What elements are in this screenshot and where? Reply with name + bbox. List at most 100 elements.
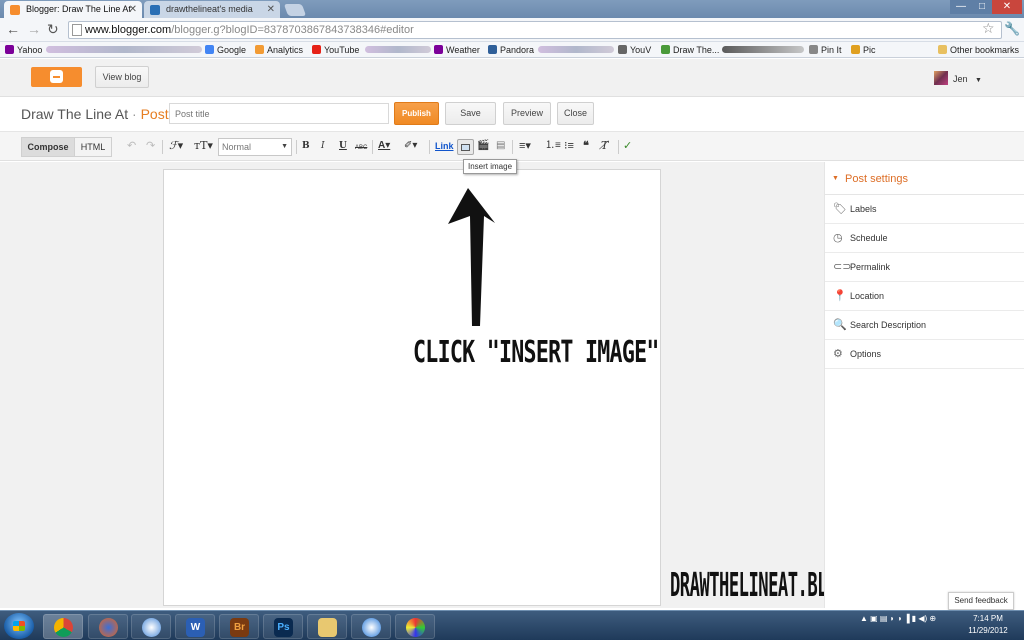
link-button[interactable]: Link xyxy=(435,141,454,151)
collapse-triangle-icon: ▼ xyxy=(832,175,839,182)
page-icon xyxy=(851,45,860,54)
undo-icon[interactable]: ↶ xyxy=(127,139,136,153)
bookmark-draw-the[interactable]: Draw The... xyxy=(661,44,719,56)
bookmark-pandora[interactable]: Pandora xyxy=(488,44,534,56)
sidebar-item-location[interactable]: 📍 Location xyxy=(825,282,1024,311)
bookmark-yahoo[interactable]: Yahoo xyxy=(5,44,42,56)
bookmark-label: YouTube xyxy=(324,45,360,55)
spellcheck-icon[interactable]: ✓ xyxy=(623,139,632,153)
redo-icon[interactable]: ↷ xyxy=(146,139,155,153)
tag-icon: 🏷 xyxy=(833,203,847,215)
align-icon[interactable]: ≡▾ xyxy=(519,139,531,153)
sidebar-item-permalink[interactable]: ⊂⊃ Permalink xyxy=(825,253,1024,282)
user-menu[interactable]: Jen ▼ xyxy=(934,71,982,85)
sidebar-item-options[interactable]: ⚙ Options xyxy=(825,340,1024,369)
tab-html[interactable]: HTML xyxy=(74,137,112,157)
page-icon xyxy=(72,24,82,36)
sidebar-item-schedule[interactable]: ◷ Schedule xyxy=(825,224,1024,253)
taskbar-bridge[interactable]: Br xyxy=(219,614,259,639)
back-arrow-icon[interactable]: ← xyxy=(6,22,20,36)
divider xyxy=(429,140,430,154)
taskbar-media-player[interactable] xyxy=(351,614,391,639)
format-select[interactable]: Normal ▼ xyxy=(218,138,292,156)
bookmark-google[interactable]: Google xyxy=(205,44,246,56)
page-icon xyxy=(661,45,670,54)
bulleted-list-icon[interactable]: ⁝≡ xyxy=(564,139,574,153)
minimize-button[interactable]: — xyxy=(950,0,972,14)
clock-time: 7:14 PM xyxy=(973,614,1003,623)
sidebar-item-label: Permalink xyxy=(850,262,891,272)
browser-tab-strip: Blogger: Draw The Line At ✕ drawthelinea… xyxy=(0,0,1024,18)
insert-image-button[interactable] xyxy=(457,139,474,155)
browser-tab-blogger[interactable]: Blogger: Draw The Line At ✕ xyxy=(4,1,142,18)
bookmark-analytics[interactable]: Analytics xyxy=(255,44,303,56)
font-size-icon[interactable]: ᴛT▾ xyxy=(194,139,213,153)
taskbar-itunes[interactable] xyxy=(131,614,171,639)
insert-video-icon[interactable]: 🎬 xyxy=(477,139,489,153)
blog-name: Draw The Line At xyxy=(21,106,129,122)
preview-button[interactable]: Preview xyxy=(503,102,551,125)
bold-button[interactable]: B xyxy=(302,139,310,153)
sidebar-item-labels[interactable]: 🏷 Labels xyxy=(825,195,1024,224)
taskbar-word[interactable]: W xyxy=(175,614,215,639)
forward-arrow-icon[interactable]: → xyxy=(27,22,41,36)
address-bar[interactable]: www.blogger.com/blogger.g?blogID=8378703… xyxy=(68,21,1002,39)
maximize-button[interactable]: □ xyxy=(972,0,992,14)
new-tab-button[interactable] xyxy=(283,4,307,16)
taskbar-paint[interactable] xyxy=(395,614,435,639)
post-title-input[interactable] xyxy=(169,103,389,124)
view-blog-button[interactable]: View blog xyxy=(95,66,149,88)
bookmark-star-icon[interactable]: ☆ xyxy=(982,20,995,37)
tab-compose[interactable]: Compose xyxy=(21,137,75,157)
system-tray[interactable]: ▲ ▣ ▤ ◗ ◑ ▐ ▮ ◀) ⊕ xyxy=(860,614,936,623)
bookmark-other[interactable]: Other bookmarks xyxy=(938,44,1019,56)
system-clock[interactable]: 7:14 PM 11/29/2012 xyxy=(963,613,1013,637)
remove-formatting-icon[interactable]: T̸ xyxy=(601,139,608,153)
youtube-icon xyxy=(312,45,321,54)
quote-icon[interactable]: ❝ xyxy=(583,139,589,153)
close-tab-icon[interactable]: ✕ xyxy=(129,1,137,18)
editor-toolbar: Compose HTML ↶ ↷ ℱ▾ ᴛT▾ Normal ▼ B I U AB… xyxy=(0,131,1024,161)
publish-button[interactable]: Publish xyxy=(394,102,439,125)
bookmark-youv[interactable]: YouV xyxy=(618,44,651,56)
wrench-icon[interactable]: 🔧 xyxy=(1004,21,1020,37)
save-button[interactable]: Save xyxy=(445,102,496,125)
start-button[interactable] xyxy=(4,613,34,639)
reload-icon[interactable]: ↻ xyxy=(47,22,59,36)
numbered-list-icon[interactable]: ⒈≡ xyxy=(545,139,561,153)
bookmark-label: YouV xyxy=(630,45,652,55)
bridge-icon: Br xyxy=(230,618,249,637)
yahoo-icon xyxy=(434,45,443,54)
chrome-icon xyxy=(54,618,73,637)
send-feedback-button[interactable]: Send feedback xyxy=(948,592,1014,610)
taskbar-photoshop[interactable]: Ps xyxy=(263,614,303,639)
browser-tab-media[interactable]: drawthelineat's media ✕ xyxy=(144,1,280,18)
bookmark-weather[interactable]: Weather xyxy=(434,44,480,56)
taskbar-explorer[interactable] xyxy=(307,614,347,639)
close-button[interactable]: Close xyxy=(557,102,594,125)
post-body-editor[interactable] xyxy=(163,169,661,606)
page-icon xyxy=(809,45,818,54)
jump-break-icon[interactable]: ▤ xyxy=(496,139,505,153)
post-settings-header[interactable]: ▼ Post settings xyxy=(825,165,1024,195)
bookmark-pin-it[interactable]: Pin It xyxy=(809,44,842,56)
text-color-icon[interactable]: A▾ xyxy=(378,139,390,153)
folder-icon xyxy=(318,618,337,637)
image-icon xyxy=(461,144,470,151)
highlight-icon[interactable]: ✐▾ xyxy=(404,139,417,153)
bookmark-pic[interactable]: Pic xyxy=(851,44,876,56)
underline-button[interactable]: U xyxy=(339,139,347,153)
strikethrough-button[interactable]: ABC xyxy=(355,141,367,155)
font-family-icon[interactable]: ℱ▾ xyxy=(169,139,183,153)
bookmark-label: Weather xyxy=(446,45,480,55)
taskbar-firefox[interactable] xyxy=(88,614,128,639)
blogger-logo-button[interactable] xyxy=(31,67,82,87)
close-tab-icon[interactable]: ✕ xyxy=(267,1,275,18)
browser-toolbar: ← → ↻ www.blogger.com/blogger.g?blogID=8… xyxy=(0,18,1024,42)
bookmark-youtube[interactable]: YouTube xyxy=(312,44,359,56)
taskbar-chrome[interactable] xyxy=(43,614,83,639)
close-window-button[interactable]: ✕ xyxy=(992,0,1022,14)
blogger-favicon-icon xyxy=(10,5,20,15)
italic-button[interactable]: I xyxy=(321,139,325,153)
sidebar-item-search-description[interactable]: 🔍 Search Description xyxy=(825,311,1024,340)
